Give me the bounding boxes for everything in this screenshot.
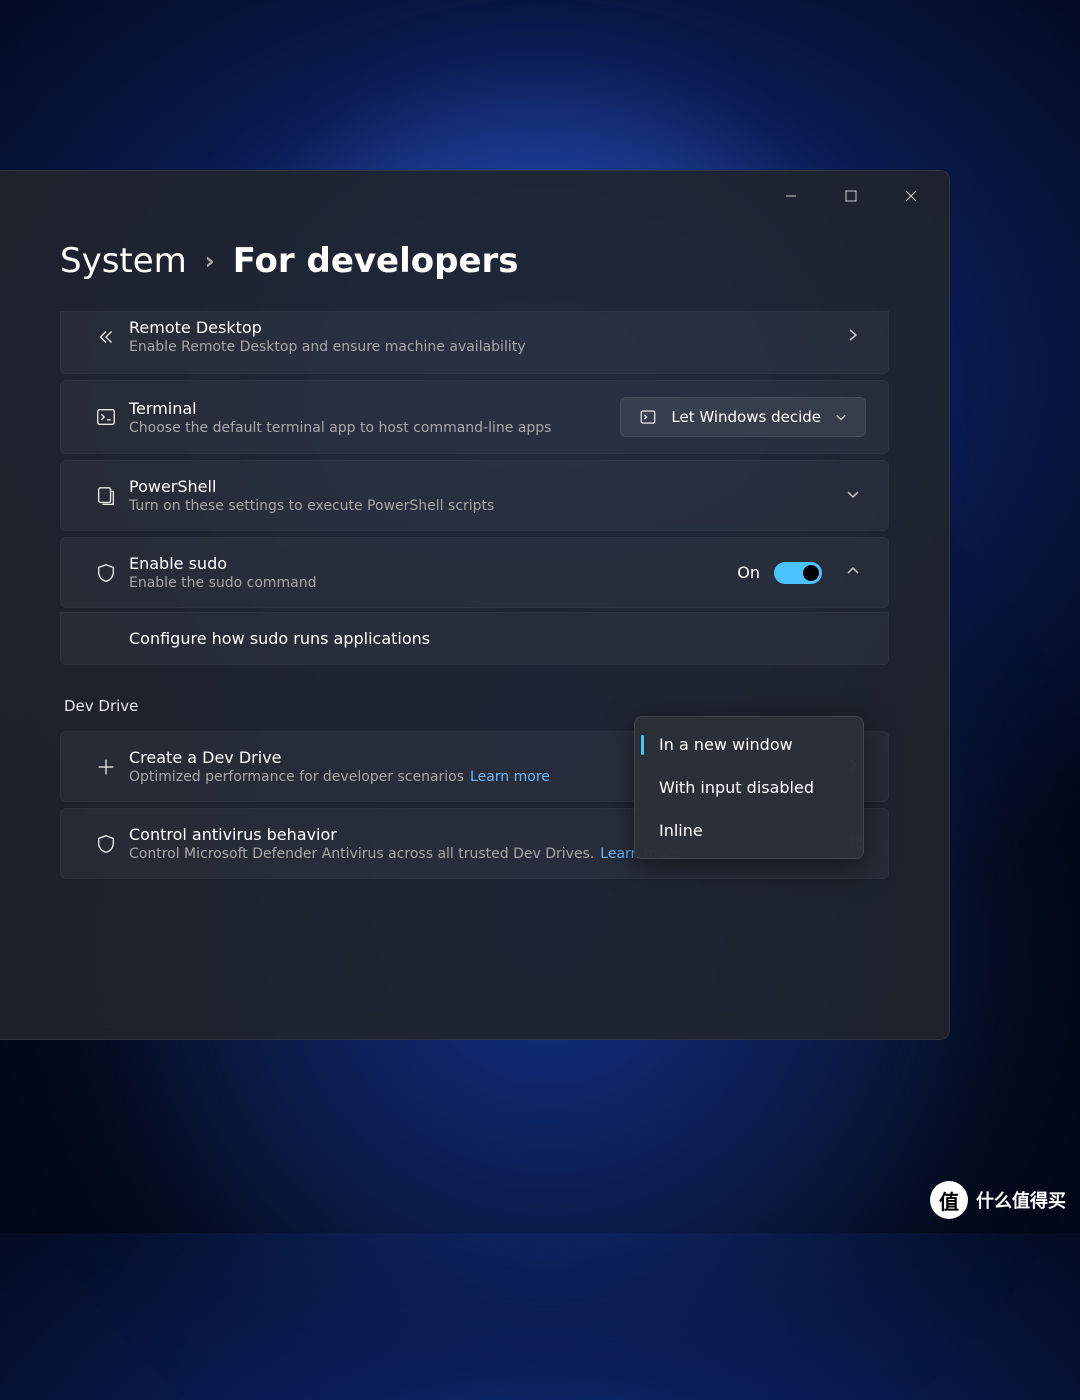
breadcrumb-parent[interactable]: System bbox=[60, 241, 187, 281]
row-terminal[interactable]: Terminal Choose the default terminal app… bbox=[60, 380, 889, 454]
menu-item-inline[interactable]: Inline bbox=[635, 809, 863, 852]
watermark: 值 什么值得买 bbox=[930, 1181, 1066, 1219]
chevron-down-icon bbox=[840, 486, 866, 505]
row-title: Remote Desktop bbox=[129, 318, 840, 337]
toggle-state-label: On bbox=[737, 563, 760, 582]
row-desc: Choose the default terminal app to host … bbox=[129, 420, 620, 436]
watermark-badge: 值 bbox=[930, 1181, 968, 1219]
watermark-text: 什么值得买 bbox=[976, 1187, 1066, 1213]
menu-item-input-disabled[interactable]: With input disabled bbox=[635, 766, 863, 809]
row-remote-desktop[interactable]: Remote Desktop Enable Remote Desktop and… bbox=[60, 311, 889, 374]
shield-icon bbox=[83, 562, 129, 584]
terminal-icon bbox=[83, 406, 129, 428]
row-title: Configure how sudo runs applications bbox=[129, 629, 866, 648]
learn-more-link[interactable]: Learn more bbox=[470, 769, 550, 785]
dropdown-value: Let Windows decide bbox=[671, 408, 821, 426]
minimize-button[interactable] bbox=[761, 176, 821, 216]
row-desc: Enable Remote Desktop and ensure machine… bbox=[129, 339, 840, 355]
row-desc: Turn on these settings to execute PowerS… bbox=[129, 498, 840, 514]
menu-item-new-window[interactable]: In a new window bbox=[635, 723, 863, 766]
terminal-dropdown[interactable]: Let Windows decide bbox=[620, 397, 866, 437]
row-desc: Enable the sudo command bbox=[129, 575, 737, 591]
titlebar bbox=[0, 171, 949, 221]
row-sudo-config[interactable]: Configure how sudo runs applications bbox=[60, 612, 889, 665]
row-powershell[interactable]: PowerShell Turn on these settings to exe… bbox=[60, 460, 889, 531]
sudo-toggle[interactable] bbox=[774, 562, 822, 584]
breadcrumb: System › For developers bbox=[0, 221, 949, 311]
breadcrumb-current: For developers bbox=[233, 241, 519, 281]
chevron-right-icon: › bbox=[205, 247, 215, 275]
chevron-right-icon bbox=[840, 327, 866, 346]
row-enable-sudo[interactable]: Enable sudo Enable the sudo command On bbox=[60, 537, 889, 608]
close-button[interactable] bbox=[881, 176, 941, 216]
shield-icon bbox=[83, 833, 129, 855]
row-title: Enable sudo bbox=[129, 554, 737, 573]
remote-desktop-icon bbox=[83, 326, 129, 348]
chevron-up-icon bbox=[840, 563, 866, 582]
row-title: Terminal bbox=[129, 399, 620, 418]
powershell-icon bbox=[83, 485, 129, 507]
settings-window: System › For developers Remote Desktop E… bbox=[0, 170, 950, 1040]
sudo-mode-menu: In a new window With input disabled Inli… bbox=[634, 716, 864, 859]
maximize-button[interactable] bbox=[821, 176, 881, 216]
plus-icon bbox=[83, 756, 129, 778]
row-title: PowerShell bbox=[129, 477, 840, 496]
